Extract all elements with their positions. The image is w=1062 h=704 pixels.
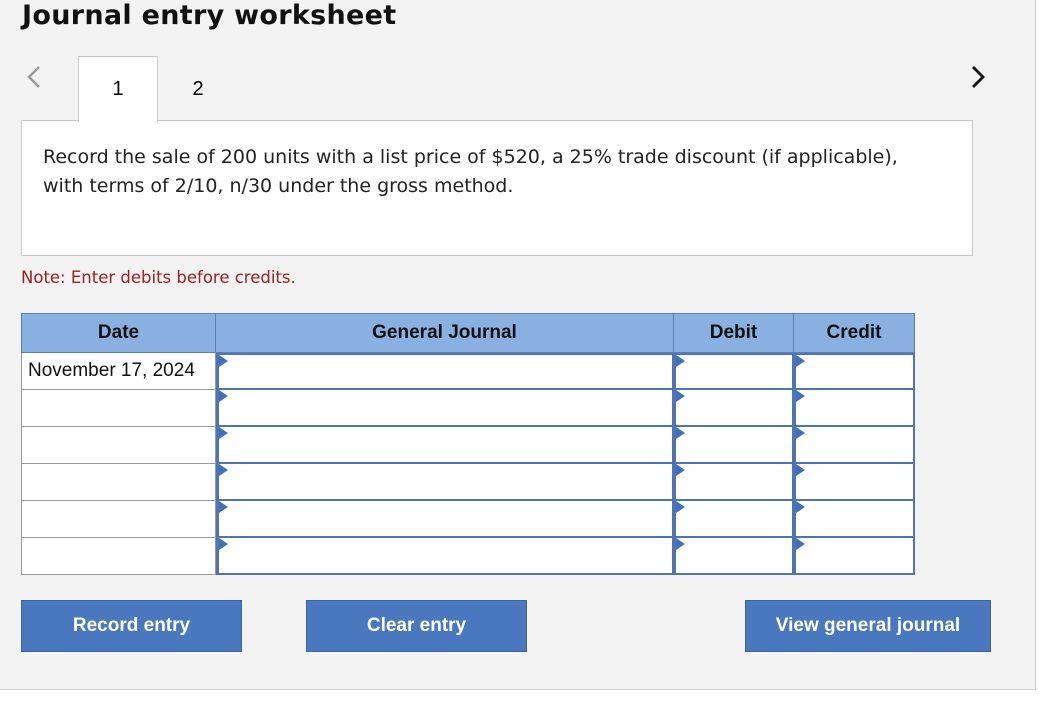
account-cell[interactable]	[216, 427, 674, 464]
debit-input[interactable]	[680, 357, 790, 386]
date-cell	[21, 501, 216, 538]
tab-1[interactable]: 1	[78, 56, 158, 122]
credit-input[interactable]	[800, 540, 911, 571]
debit-input[interactable]	[680, 429, 790, 460]
account-input[interactable]	[223, 429, 670, 460]
debit-cell[interactable]	[674, 464, 794, 501]
journal-header-row: Date General Journal Debit Credit	[21, 313, 915, 353]
header-general-journal: General Journal	[216, 313, 674, 353]
debit-cell[interactable]	[674, 353, 794, 390]
debit-input[interactable]	[680, 540, 790, 571]
credit-input[interactable]	[800, 466, 911, 497]
account-cell[interactable]	[216, 353, 674, 390]
header-credit: Credit	[794, 313, 915, 353]
header-date: Date	[21, 313, 216, 353]
chevron-left-icon[interactable]	[20, 62, 50, 92]
debit-cell[interactable]	[674, 501, 794, 538]
account-input[interactable]	[223, 503, 670, 534]
account-cell[interactable]	[216, 538, 674, 575]
credit-input[interactable]	[800, 429, 911, 460]
note-text: Note: Enter debits before credits.	[21, 268, 296, 287]
question-box: Record the sale of 200 units with a list…	[21, 120, 973, 256]
view-general-journal-button[interactable]: View general journal	[745, 600, 991, 652]
page-title: Journal entry worksheet	[22, 0, 397, 31]
chevron-right-icon[interactable]	[963, 62, 993, 92]
account-input[interactable]	[223, 357, 670, 386]
worksheet-panel: Journal entry worksheet 1 2 Record the s…	[0, 0, 1036, 690]
credit-input[interactable]	[800, 357, 911, 386]
credit-cell[interactable]	[794, 464, 915, 501]
table-row	[21, 464, 915, 501]
date-cell	[21, 390, 216, 427]
date-cell: November 17, 2024	[21, 353, 216, 390]
table-row: November 17, 2024	[21, 353, 915, 390]
account-cell[interactable]	[216, 390, 674, 427]
clear-entry-button[interactable]: Clear entry	[306, 600, 527, 652]
account-cell[interactable]	[216, 501, 674, 538]
credit-cell[interactable]	[794, 501, 915, 538]
question-text: Record the sale of 200 units with a list…	[43, 146, 898, 197]
date-cell	[21, 427, 216, 464]
debit-input[interactable]	[680, 392, 790, 423]
debit-cell[interactable]	[674, 390, 794, 427]
record-entry-button[interactable]: Record entry	[21, 600, 242, 652]
debit-cell[interactable]	[674, 427, 794, 464]
account-input[interactable]	[223, 466, 670, 497]
date-cell	[21, 538, 216, 575]
account-input[interactable]	[223, 392, 670, 423]
table-row	[21, 538, 915, 575]
header-debit: Debit	[674, 313, 794, 353]
tab-2[interactable]: 2	[158, 56, 238, 122]
credit-input[interactable]	[800, 392, 911, 423]
journal-table: Date General Journal Debit Credit Novemb…	[21, 313, 915, 575]
table-row	[21, 390, 915, 427]
debit-input[interactable]	[680, 503, 790, 534]
credit-cell[interactable]	[794, 390, 915, 427]
credit-cell[interactable]	[794, 427, 915, 464]
debit-cell[interactable]	[674, 538, 794, 575]
date-cell	[21, 464, 216, 501]
debit-input[interactable]	[680, 466, 790, 497]
credit-cell[interactable]	[794, 353, 915, 390]
account-cell[interactable]	[216, 464, 674, 501]
credit-input[interactable]	[800, 503, 911, 534]
credit-cell[interactable]	[794, 538, 915, 575]
table-row	[21, 427, 915, 464]
table-row	[21, 501, 915, 538]
account-input[interactable]	[223, 540, 670, 571]
